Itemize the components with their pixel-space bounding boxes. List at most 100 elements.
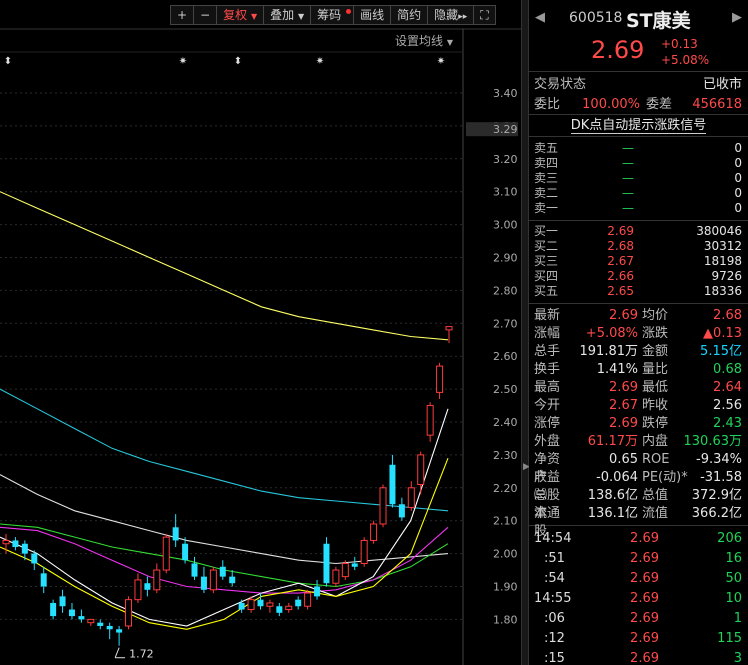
asks-price: — <box>622 186 634 200</box>
low-pointer <box>114 647 120 658</box>
stock-code: 600518 <box>569 10 623 26</box>
tick-price: 2.69 <box>630 591 659 606</box>
quote-label: 涨停 <box>534 416 561 431</box>
y-tick-label: 3.20 <box>493 153 518 166</box>
candle-body <box>97 622 104 626</box>
tick-row: :51 2.69 16 <box>529 549 748 569</box>
quote-value: +5.08% <box>585 326 638 341</box>
candle-body <box>40 573 47 587</box>
asks-row[interactable]: 卖三 — 0 <box>529 171 748 186</box>
zoom-out-button[interactable]: − <box>194 5 218 25</box>
candle-body <box>314 586 321 597</box>
quote-value: 61.17万 <box>587 434 638 449</box>
y-tick-label: 2.40 <box>493 416 518 429</box>
trade-status-row: 交易状态 已收市 <box>529 75 748 95</box>
bids-label: 买一 <box>534 224 559 238</box>
candle-body <box>191 563 198 577</box>
kline-chart-area[interactable]: 3.403.303.203.103.002.902.802.702.602.50… <box>0 0 521 665</box>
quote-label: ROE <box>642 452 670 467</box>
y-tick-label: 2.30 <box>493 449 518 462</box>
asks-row[interactable]: 卖二 — 0 <box>529 186 748 201</box>
kline-chart[interactable]: 3.403.303.203.103.002.902.802.702.602.50… <box>0 0 521 665</box>
prev-stock-icon[interactable]: ◀ <box>535 10 545 25</box>
bids-volume: 18198 <box>703 254 742 268</box>
candle-body <box>87 618 95 624</box>
quote-value: 2.69 <box>609 416 638 431</box>
bids-row[interactable]: 买二 2.68 30312 <box>529 239 748 254</box>
fullscreen-button[interactable]: ⛶ <box>474 5 496 25</box>
tick-time: :15 <box>544 651 565 665</box>
candle-body <box>266 602 274 607</box>
chips-button[interactable]: 筹码 <box>311 5 355 25</box>
quote-label: 流通股 <box>534 506 561 539</box>
quote-label: 均价 <box>642 308 669 323</box>
candle-body <box>172 527 179 541</box>
trade-status-label: 交易状态 <box>534 77 587 92</box>
asks-row[interactable]: 卖四 — 0 <box>529 156 748 171</box>
bids-price: 2.66 <box>607 269 634 283</box>
panel-divider[interactable]: ▶ <box>521 0 530 665</box>
bids-row[interactable]: 买四 2.66 9726 <box>529 269 748 284</box>
draw-line-button[interactable]: 画线 <box>354 5 392 25</box>
event-marker-icon: ⬍ <box>234 56 242 67</box>
y-tick-label: 2.20 <box>493 482 518 495</box>
candle-body <box>162 536 170 571</box>
tick-row: :15 2.69 3 <box>529 649 748 665</box>
asks-volume: 0 <box>734 141 742 155</box>
quote-row: 流通股 136.1亿 流值 366.2亿 <box>529 505 748 539</box>
candle-body <box>144 583 151 590</box>
stock-name: ST康美 <box>626 10 691 32</box>
quote-label: 最高 <box>534 380 561 395</box>
moving-average-line <box>0 526 449 594</box>
quote-row: 换手 1.41% 量比 0.68 <box>529 361 748 379</box>
candle-body <box>125 599 133 627</box>
candle-body <box>445 326 453 331</box>
asks-row[interactable]: 卖五 — 0 <box>529 141 748 156</box>
quote-row: 净资产 0.65 ROE -9.34% <box>529 451 748 485</box>
y-tick-label: 2.50 <box>493 383 518 396</box>
candle-body <box>360 539 368 564</box>
candle-body <box>78 616 85 620</box>
candle-body <box>116 629 123 633</box>
asks-price: — <box>622 201 634 215</box>
zoom-in-button[interactable]: + <box>170 5 195 25</box>
candle-body <box>134 579 142 601</box>
adjust-button[interactable]: 复权 ▼ <box>217 5 265 25</box>
overlay-button[interactable]: 叠加 ▼ <box>264 5 312 25</box>
asks-row[interactable]: 卖一 — 0 <box>529 201 748 216</box>
quote-table: 最新 2.69 均价 2.68 涨幅 +5.08% 涨跌 ▲0.13 总手 191.81万 金额 5.… <box>529 304 748 539</box>
bids-row[interactable]: 买三 2.67 18198 <box>529 254 748 269</box>
next-stock-icon[interactable]: ▶ <box>732 10 742 25</box>
asks-price: — <box>622 171 634 185</box>
candle-body <box>229 576 236 584</box>
quote-label: 跌停 <box>642 416 669 431</box>
quote-value: 2.43 <box>713 416 742 431</box>
commission-diff-label: 委差 <box>646 97 673 112</box>
y-tick-label: 3.40 <box>493 87 518 100</box>
bids-row[interactable]: 买一 2.69 380046 <box>529 224 748 239</box>
asks-label: 卖四 <box>534 156 559 170</box>
dk-signal-link[interactable]: DK点自动提示涨跌信号 <box>529 115 748 137</box>
asks-label: 卖三 <box>534 171 559 185</box>
candle-body <box>351 563 358 567</box>
candle-body <box>12 540 19 548</box>
bids-volume: 30312 <box>703 239 742 253</box>
tick-volume: 206 <box>717 531 742 546</box>
dropdown-icon: ▼ <box>250 12 258 21</box>
bids-price: 2.65 <box>607 284 634 298</box>
quote-row: 收益㈢ -0.064 PE(动)* -31.58 <box>529 469 748 503</box>
candle-body <box>295 599 302 607</box>
quote-value: 2.69 <box>609 308 638 323</box>
simple-mode-button[interactable]: 简约 <box>391 5 429 25</box>
bids-price: 2.69 <box>607 224 634 238</box>
asks-volume: 0 <box>734 201 742 215</box>
bids-row[interactable]: 买五 2.65 18336 <box>529 284 748 299</box>
dropdown-icon: ▼ <box>297 12 305 21</box>
quote-value: -0.064 <box>596 470 638 485</box>
ma-setting-button[interactable]: 设置均线 ▼ <box>395 32 453 49</box>
stock-price: 2.69 <box>591 36 645 64</box>
hide-button[interactable]: 隐藏▸▸ <box>428 5 475 25</box>
quote-label: 涨幅 <box>534 326 561 341</box>
quote-value: 0.68 <box>713 362 742 377</box>
stock-header: ◀ 600518 ST康美 ▶ 2.69 +0.13 +5.08% <box>529 0 748 72</box>
